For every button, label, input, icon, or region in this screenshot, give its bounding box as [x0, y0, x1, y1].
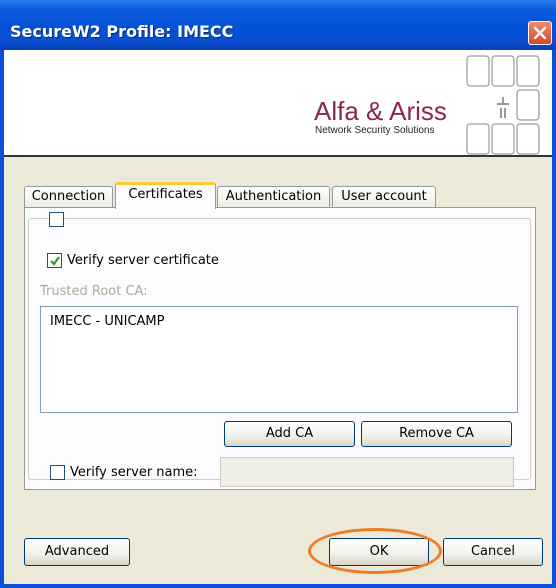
tab-user-account[interactable]: User account: [332, 186, 436, 208]
dialog-client-area: Alfa & Ariss Network Security Solutions …: [4, 50, 552, 584]
checkmark-icon: [50, 256, 60, 266]
tab-label: User account: [341, 189, 427, 204]
server-name-field[interactable]: [220, 457, 514, 487]
trusted-root-ca-list[interactable]: IMECC - UNICAMP: [40, 306, 518, 413]
brand-name: Alfa & Ariss: [314, 96, 447, 126]
verify-server-name-checkbox[interactable]: [50, 465, 65, 480]
tab-connection[interactable]: Connection: [24, 186, 113, 208]
window-title: SecureW2 Profile: IMECC: [10, 22, 234, 41]
verify-server-name-label[interactable]: Verify server name:: [70, 465, 198, 480]
brand-banner: Alfa & Ariss Network Security Solutions: [4, 50, 552, 157]
ok-button[interactable]: OK: [329, 538, 429, 566]
trusted-root-ca-label: Trusted Root CA:: [40, 284, 148, 299]
remove-ca-button[interactable]: Remove CA: [361, 421, 512, 447]
list-item[interactable]: IMECC - UNICAMP: [50, 314, 164, 329]
verify-server-certificate-label[interactable]: Verify server certificate: [67, 253, 223, 268]
close-button[interactable]: [528, 21, 552, 45]
tab-label: Certificates: [128, 187, 203, 202]
verify-server-certificate-checkbox[interactable]: [47, 253, 62, 268]
tab-label: Authentication: [225, 189, 322, 204]
brand-tagline: Network Security Solutions: [315, 125, 435, 136]
title-bar[interactable]: SecureW2 Profile: IMECC: [0, 0, 556, 50]
tab-certificates[interactable]: Certificates: [115, 182, 216, 209]
advanced-button[interactable]: Advanced: [24, 538, 130, 566]
close-icon: [533, 26, 547, 40]
dialog-window: SecureW2 Profile: IMECC Alfa & Ariss Net…: [0, 0, 556, 588]
tab-label: Connection: [31, 189, 106, 204]
verify-server-certificate-checkbox[interactable]: [49, 212, 64, 227]
add-ca-button[interactable]: Add CA: [224, 421, 355, 447]
tab-authentication[interactable]: Authentication: [217, 186, 330, 208]
cancel-button[interactable]: Cancel: [443, 538, 543, 566]
brand-logo-boxes: [466, 55, 540, 155]
